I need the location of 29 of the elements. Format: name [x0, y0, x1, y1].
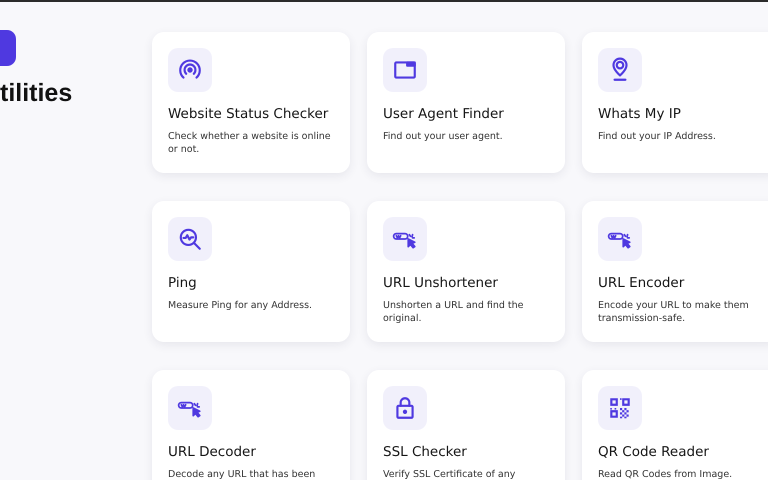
tool-card[interactable]: Ping Measure Ping for any Address.	[152, 201, 350, 342]
tool-description: Find out your IP Address.	[598, 130, 717, 143]
page-title: tilities	[0, 78, 74, 108]
tool-card[interactable]: Whats My IP Find out your IP Address.	[582, 32, 768, 173]
tool-title: Website Status Checker	[168, 106, 330, 122]
tool-title: Ping	[168, 275, 198, 291]
tool-title: SSL Checker	[383, 444, 468, 460]
tool-title: URL Decoder	[168, 444, 257, 460]
tool-description: Find out your user agent.	[383, 130, 504, 143]
tool-title: Whats My IP	[598, 106, 682, 122]
tool-description: Measure Ping for any Address.	[168, 299, 314, 312]
tool-description: Unshorten a URL and find the original.	[383, 299, 525, 325]
tool-title: URL Encoder	[598, 275, 686, 291]
tool-card[interactable]: QR Code Reader Read QR Codes from Image.	[582, 370, 768, 480]
tool-title: User Agent Finder	[383, 106, 505, 122]
tool-description: Verify SSL Certificate of any	[383, 468, 516, 480]
tool-description: Encode your URL to make them transmission-safe.	[598, 299, 750, 325]
tool-card[interactable]: URL Encoder Encode your URL to make them transmission-safe.	[582, 201, 768, 342]
tool-card[interactable]: User Agent Finder Find out your user agent.	[367, 32, 565, 173]
tool-card[interactable]: URL Unshortener Unshorten a URL and find the original.	[367, 201, 565, 342]
tool-card[interactable]: URL Decoder Decode any URL that has been	[152, 370, 350, 480]
tool-card[interactable]: SSL Checker Verify SSL Certificate of any	[367, 370, 565, 480]
tool-title: QR Code Reader	[598, 444, 710, 460]
tool-description: Decode any URL that has been	[168, 468, 316, 480]
tool-card[interactable]: Website Status Checker Check whether a website is online or not.	[152, 32, 350, 173]
tool-description: Check whether a website is online or not.	[168, 130, 332, 156]
tool-title: URL Unshortener	[383, 275, 499, 291]
search-icon	[177, 226, 203, 252]
tool-description: Read QR Codes from Image.	[598, 468, 734, 480]
